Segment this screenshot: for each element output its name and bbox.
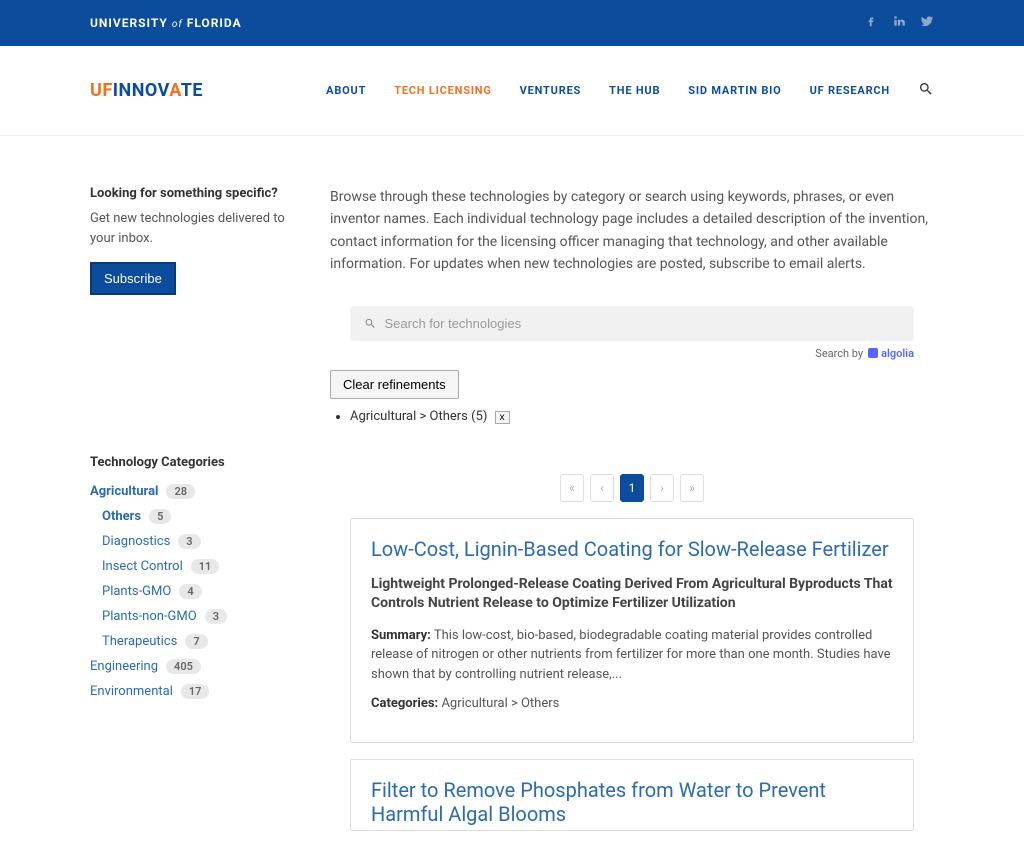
result-subtitle: Lightweight Prolonged-Release Coating De… <box>371 575 893 614</box>
category-count: 11 <box>191 559 220 574</box>
category-link[interactable]: Engineering <box>90 659 158 674</box>
clear-refinements-button[interactable]: Clear refinements <box>330 370 459 399</box>
logo-uf: UF <box>90 80 113 101</box>
categories-heading: Technology Categories <box>90 455 300 470</box>
page-prev[interactable]: ‹ <box>590 474 614 502</box>
category-item: Diagnostics 3 <box>90 534 300 549</box>
logo-a: A <box>169 80 181 101</box>
social-links <box>864 14 934 32</box>
category-count: 5 <box>149 509 171 524</box>
category-count: 3 <box>178 534 200 549</box>
brand-suffix: FLORIDA <box>187 16 242 30</box>
twitter-icon[interactable] <box>920 14 934 32</box>
content: Looking for something specific? Get new … <box>0 136 1024 861</box>
category-item: Insect Control 11 <box>90 559 300 574</box>
category-link[interactable]: Diagnostics <box>102 534 170 549</box>
result-title[interactable]: Low-Cost, Lignin-Based Coating for Slow-… <box>371 537 893 561</box>
main-nav: UFINNOVATE ABOUT TECH LICENSING VENTURES… <box>0 46 1024 136</box>
algolia-brand: algolia <box>867 347 914 360</box>
category-count: 4 <box>179 584 201 599</box>
search-input-icon <box>364 317 377 330</box>
category-link[interactable]: Plants-non-GMO <box>102 609 197 624</box>
category-count: 3 <box>205 609 227 624</box>
pagination: « ‹ 1 › » <box>330 474 934 502</box>
logo[interactable]: UFINNOVATE <box>90 80 203 101</box>
category-item: Therapeutics 7 <box>90 634 300 649</box>
filter-label: Agricultural > Others (5) <box>350 409 487 424</box>
page-last[interactable]: » <box>680 474 704 502</box>
main-panel: Browse through these technologies by cat… <box>330 186 934 831</box>
algolia-label: Search by <box>815 347 863 360</box>
subscribe-button[interactable]: Subscribe <box>90 262 176 295</box>
intro-text: Browse through these technologies by cat… <box>330 186 934 276</box>
category-item: Plants-non-GMO 3 <box>90 609 300 624</box>
page-next[interactable]: › <box>650 474 674 502</box>
logo-post: TE <box>181 80 203 101</box>
category-link[interactable]: Environmental <box>90 684 173 699</box>
search-icon[interactable] <box>918 81 934 101</box>
summary-text: This low-cost, bio-based, biodegradable … <box>371 628 891 682</box>
category-count: 7 <box>185 634 207 649</box>
sidebar-heading: Looking for something specific? <box>90 186 300 201</box>
nav-about[interactable]: ABOUT <box>326 84 366 97</box>
logo-innov: INNOV <box>113 80 169 101</box>
page-first[interactable]: « <box>560 474 584 502</box>
category-item: Plants-GMO 4 <box>90 584 300 599</box>
nav-the-hub[interactable]: THE HUB <box>609 84 660 97</box>
category-count: 405 <box>166 659 201 674</box>
top-bar: UNIVERSITY of FLORIDA <box>0 0 1024 46</box>
university-brand: UNIVERSITY of FLORIDA <box>90 16 242 30</box>
category-item: Others 5 <box>90 509 300 524</box>
technology-categories: Technology Categories Agricultural 28 Othe… <box>90 455 300 699</box>
linkedin-icon[interactable] <box>892 14 906 32</box>
category-item: Agricultural 28 <box>90 484 300 499</box>
sidebar-text: Get new technologies delivered to your i… <box>90 209 300 248</box>
nav-tech-licensing[interactable]: TECH LICENSING <box>394 84 491 97</box>
result-title[interactable]: Filter to Remove Phosphates from Water t… <box>371 778 893 826</box>
categories-label: Categories: <box>371 696 438 711</box>
brand-prefix: UNIVERSITY <box>90 16 168 30</box>
sidebar: Looking for something specific? Get new … <box>90 186 300 831</box>
category-count: 28 <box>166 484 195 499</box>
remove-filter-button[interactable]: x <box>495 411 510 424</box>
categories-value: Agricultural > Others <box>438 696 559 711</box>
nav-sid-martin[interactable]: SID MARTIN BIO <box>688 84 781 97</box>
category-link[interactable]: Therapeutics <box>102 634 177 649</box>
category-item: Engineering 405 <box>90 659 300 674</box>
summary-label: Summary: <box>371 628 431 643</box>
nav-uf-research[interactable]: UF RESEARCH <box>810 84 890 97</box>
result-categories: Categories: Agricultural > Others <box>371 694 893 714</box>
page-1[interactable]: 1 <box>620 474 644 502</box>
category-item: Environmental 17 <box>90 684 300 699</box>
brand-mid: of <box>172 19 183 30</box>
facebook-icon[interactable] <box>864 14 878 32</box>
search-box[interactable] <box>350 306 914 341</box>
result-card: Low-Cost, Lignin-Based Coating for Slow-… <box>350 518 914 743</box>
category-link[interactable]: Others <box>102 509 141 524</box>
category-count: 17 <box>181 684 210 699</box>
category-link[interactable]: Plants-GMO <box>102 584 171 599</box>
algolia-attribution: Search by algolia <box>330 347 934 360</box>
nav-links: ABOUT TECH LICENSING VENTURES THE HUB SI… <box>326 81 934 101</box>
category-link[interactable]: Agricultural <box>90 484 158 499</box>
filter-item: Agricultural > Others (5) x <box>350 409 934 424</box>
result-card: Filter to Remove Phosphates from Water t… <box>350 759 914 831</box>
category-link[interactable]: Insect Control <box>102 559 183 574</box>
result-summary: Summary: This low-cost, bio-based, biode… <box>371 626 893 685</box>
active-filters: Agricultural > Others (5) x <box>330 409 934 424</box>
nav-ventures[interactable]: VENTURES <box>520 84 581 97</box>
search-input[interactable] <box>385 316 901 331</box>
